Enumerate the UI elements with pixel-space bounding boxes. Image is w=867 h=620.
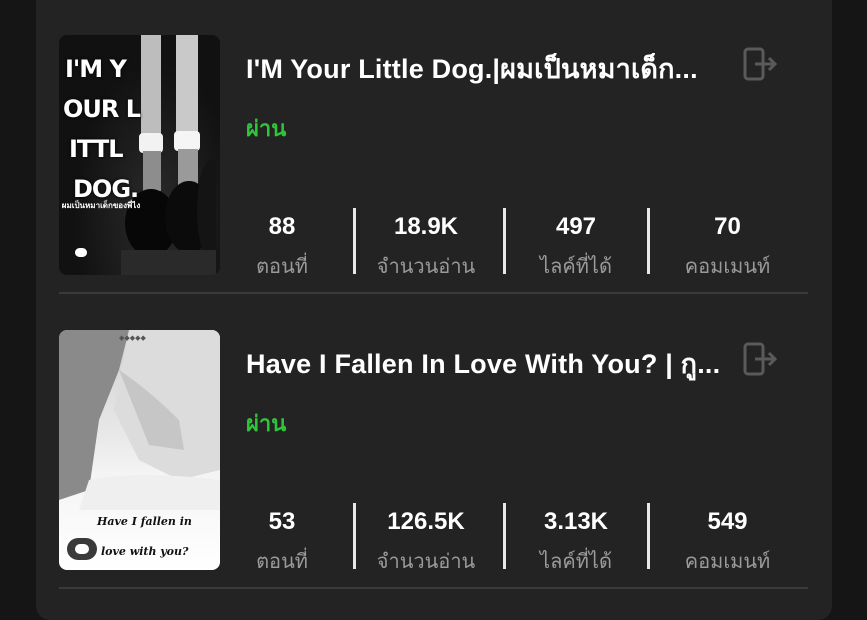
story-cover-image[interactable]: I'M Y OUR L ITTL DOG. ผมเป็นหมาเด็กของพี… bbox=[59, 35, 220, 275]
stat-reads: 126.5K จำนวนอ่าน bbox=[353, 500, 499, 573]
status-badge: ผ่าน bbox=[246, 116, 287, 141]
cover-title-text: I'M Y OUR L ITTL DOG. bbox=[63, 55, 141, 203]
stat-reads: 18.9K จำนวนอ่าน bbox=[353, 205, 499, 278]
divider bbox=[59, 292, 808, 294]
story-card[interactable]: I'M Y OUR L ITTL DOG. ผมเป็นหมาเด็กของพี… bbox=[59, 35, 808, 278]
stat-value: 497 bbox=[555, 213, 597, 240]
divider bbox=[59, 587, 808, 589]
stat-label: คอมเมนท์ bbox=[684, 551, 771, 573]
story-stats: 53 ตอนที่ 126.5K จำนวนอ่าน 3.13K ไลค์ที่… bbox=[209, 500, 808, 573]
stat-episodes: 88 ตอนที่ bbox=[209, 205, 355, 278]
story-cover-image[interactable]: ◆◆◆◆◆ Have I fallen in love with you? bbox=[59, 330, 220, 570]
stat-value: 53 bbox=[268, 508, 296, 535]
stat-likes: 497 ไลค์ที่ได้ bbox=[503, 205, 649, 278]
cover-watermark: ◆◆◆◆◆ bbox=[119, 335, 146, 342]
exit-icon[interactable] bbox=[742, 340, 780, 378]
stat-value: 18.9K bbox=[393, 213, 459, 240]
story-title[interactable]: I'M Your Little Dog.|ผมเป็นหมาเด็ก... bbox=[246, 47, 731, 90]
stat-label: ไลค์ที่ได้ bbox=[540, 551, 612, 573]
stat-likes: 3.13K ไลค์ที่ได้ bbox=[503, 500, 649, 573]
stat-value: 70 bbox=[714, 213, 741, 240]
stat-episodes: 53 ตอนที่ bbox=[209, 500, 355, 573]
stat-value: 549 bbox=[707, 508, 748, 535]
exit-icon[interactable] bbox=[742, 45, 780, 83]
stat-value: 126.5K bbox=[387, 508, 465, 535]
cover-subtitle: ผมเป็นหมาเด็กของพี่ไง bbox=[61, 201, 141, 210]
story-stats: 88 ตอนที่ 18.9K จำนวนอ่าน 497 ไลค์ที่ได้… bbox=[209, 205, 808, 278]
stat-value: 3.13K bbox=[543, 508, 609, 535]
stat-comments: 70 คอมเมนท์ bbox=[647, 205, 808, 278]
stat-label: ตอนที่ bbox=[256, 551, 308, 573]
chat-bubble-icon bbox=[67, 538, 97, 560]
stat-comments: 549 คอมเมนท์ bbox=[647, 500, 808, 573]
chat-bubble-icon bbox=[75, 248, 87, 257]
stat-label: คอมเมนท์ bbox=[684, 256, 771, 278]
cover-text-line: love with you? bbox=[101, 545, 189, 558]
story-card[interactable]: ◆◆◆◆◆ Have I fallen in love with you? Ha… bbox=[59, 330, 808, 573]
stat-value: 88 bbox=[268, 213, 296, 240]
stat-label: ไลค์ที่ได้ bbox=[540, 256, 612, 278]
story-title[interactable]: Have I Fallen In Love With You? | กู... bbox=[246, 342, 731, 385]
cover-text-line: Have I fallen in bbox=[97, 515, 192, 528]
cover-photo-illustration bbox=[59, 330, 220, 510]
status-badge: ผ่าน bbox=[246, 411, 287, 436]
stat-label: จำนวนอ่าน bbox=[376, 256, 476, 278]
stat-label: ตอนที่ bbox=[256, 256, 308, 278]
stat-label: จำนวนอ่าน bbox=[376, 551, 476, 573]
